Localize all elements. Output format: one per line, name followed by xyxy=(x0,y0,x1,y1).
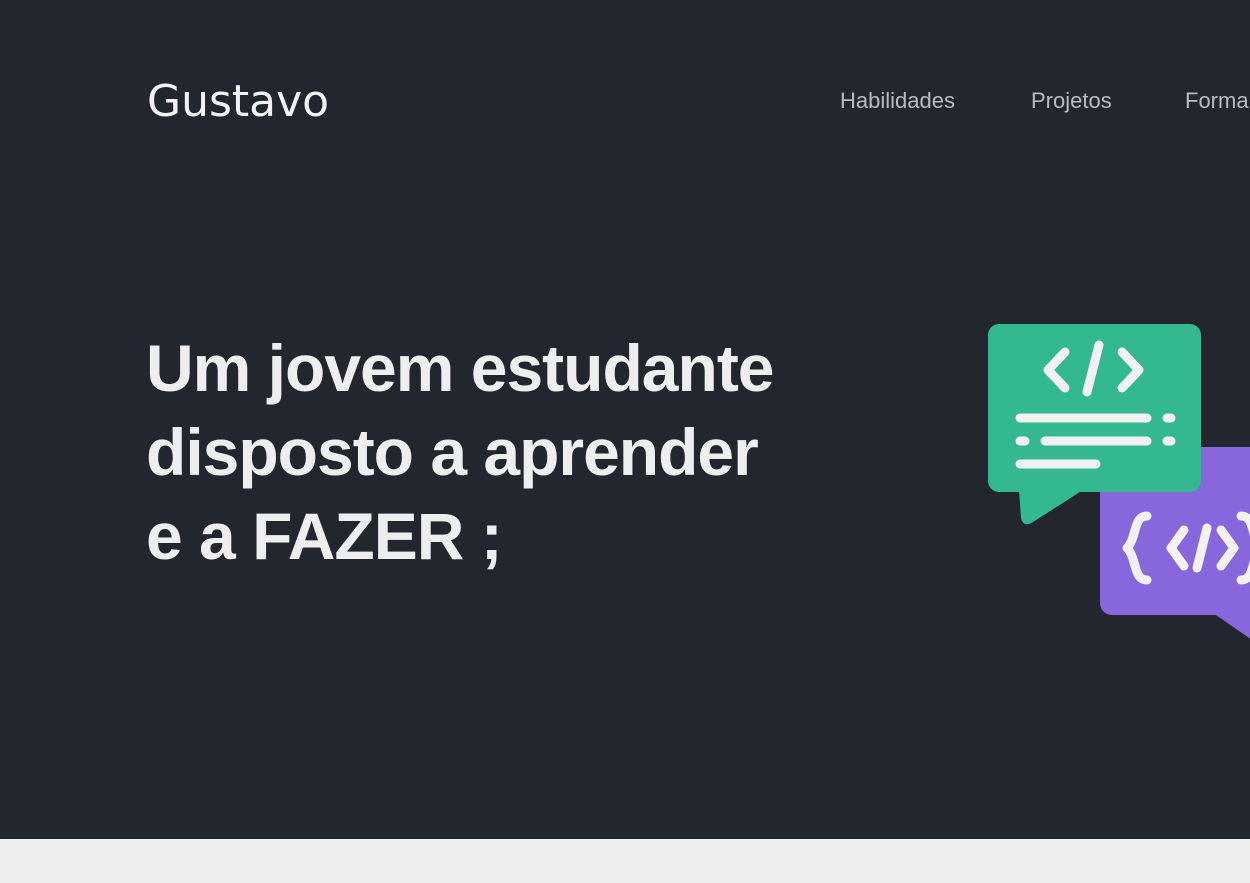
hero-section: Gustavo Habilidades Projetos Forma Um jo… xyxy=(0,0,1250,839)
back-bubble-tail xyxy=(1213,613,1250,639)
front-bubble-tail xyxy=(1019,490,1083,525)
site-logo[interactable]: Gustavo xyxy=(147,74,329,130)
hero-headline: Um jovem estudante disposto a aprender e… xyxy=(146,326,866,578)
nav-link-projetos[interactable]: Projetos xyxy=(1031,86,1112,116)
site-header: Gustavo Habilidades Projetos Forma xyxy=(0,0,1250,200)
nav-link-habilidades[interactable]: Habilidades xyxy=(840,86,955,116)
code-chat-bubbles-icon xyxy=(985,320,1250,650)
headline-line-2: disposto a aprender xyxy=(146,415,759,489)
next-section-edge xyxy=(0,839,1250,883)
nav-link-formacao[interactable]: Forma xyxy=(1185,86,1249,116)
headline-line-1: Um jovem estudante xyxy=(146,331,775,405)
headline-line-3: e a FAZER ; xyxy=(146,499,503,573)
